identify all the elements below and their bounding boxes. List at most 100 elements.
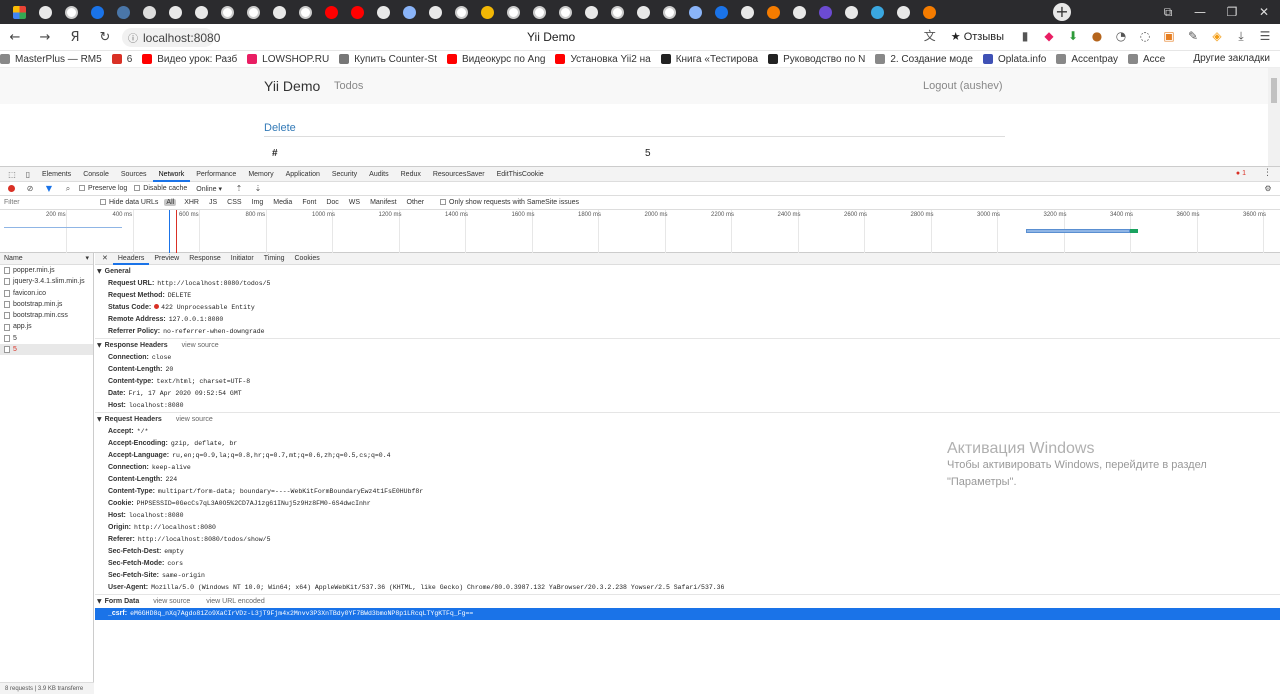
reload-button[interactable]: ↻ — [90, 30, 120, 45]
export-icon[interactable]: ⇣ — [250, 184, 266, 193]
minimize-button[interactable]: — — [1184, 5, 1216, 19]
filter-type-font[interactable]: Font — [300, 199, 318, 206]
filter-type-xhr[interactable]: XHR — [182, 199, 201, 206]
header-row[interactable]: Remote Address: 127.0.0.1:8080 — [95, 314, 1280, 326]
back-button[interactable]: ← — [0, 30, 30, 45]
detail-tab-timing[interactable]: Timing — [259, 253, 290, 265]
browser-tab[interactable] — [656, 0, 682, 24]
browser-tab[interactable] — [734, 0, 760, 24]
devtools-tab-resourcessaver[interactable]: ResourcesSaver — [427, 167, 491, 182]
extension-m-icon[interactable]: ▣ — [1160, 27, 1178, 45]
filter-type-css[interactable]: CSS — [225, 199, 243, 206]
browser-tab[interactable] — [188, 0, 214, 24]
header-row[interactable]: Host: localhost:8080 — [95, 510, 1280, 522]
bookmark-item[interactable]: LOWSHOP.RU — [247, 54, 329, 65]
filter-type-other[interactable]: Other — [405, 199, 427, 206]
header-row[interactable]: Date: Fri, 17 Apr 2020 09:52:54 GMT — [95, 388, 1280, 400]
name-column-header[interactable]: Name ▾ — [0, 253, 93, 265]
browser-tab[interactable] — [266, 0, 292, 24]
browser-tab[interactable] — [58, 0, 84, 24]
form-data-header[interactable]: ▼ Form Data view source view URL encoded — [95, 595, 1280, 608]
filter-type-img[interactable]: Img — [250, 199, 266, 206]
devtools-tab-security[interactable]: Security — [326, 167, 363, 182]
browser-tab[interactable] — [84, 0, 110, 24]
header-row[interactable]: Sec-Fetch-Site: same-origin — [95, 570, 1280, 582]
browser-tab[interactable] — [630, 0, 656, 24]
header-row[interactable]: Referrer Policy: no-referrer-when-downgra… — [95, 326, 1280, 338]
scrollbar-thumb[interactable] — [1271, 78, 1277, 103]
devtools-tab-redux[interactable]: Redux — [395, 167, 427, 182]
bookmark-item[interactable]: Oplata.info — [982, 54, 1046, 65]
response-headers-header[interactable]: ▼ Response Headers view source — [95, 339, 1280, 352]
request-headers-header[interactable]: ▼ Request Headers view source — [95, 413, 1280, 426]
settings-gear-icon[interactable]: ⚙ — [1260, 184, 1276, 193]
header-row[interactable]: Referer: http://localhost:8080/todos/show… — [95, 534, 1280, 546]
bookmark-item[interactable]: Видео урок: Разб — [142, 54, 237, 65]
browser-tab[interactable] — [890, 0, 916, 24]
filter-type-js[interactable]: JS — [207, 199, 219, 206]
browser-tab[interactable] — [6, 0, 32, 24]
header-row[interactable]: User-Agent: Mozilla/5.0 (Windows NT 10.0;… — [95, 582, 1280, 594]
bookmark-item[interactable]: Acce — [1128, 54, 1165, 65]
devtools-tab-console[interactable]: Console — [77, 167, 115, 182]
new-tab-button[interactable]: + — [1053, 3, 1071, 21]
reviews-button[interactable]: ★ Отзывы — [945, 30, 1010, 43]
browser-tab[interactable] — [110, 0, 136, 24]
header-row[interactable]: Request URL: http://localhost:8080/todos/… — [95, 278, 1280, 290]
bookmark-item[interactable]: Руководство по N — [768, 54, 865, 65]
clear-icon[interactable]: ⊘ — [22, 184, 38, 193]
detail-tab-cookies[interactable]: Cookies — [290, 253, 325, 265]
browser-tab[interactable] — [708, 0, 734, 24]
browser-tab[interactable] — [916, 0, 942, 24]
browser-tab[interactable] — [240, 0, 266, 24]
request-row[interactable]: bootstrap.min.css — [0, 310, 93, 321]
view-url-encoded-link[interactable]: view URL encoded — [206, 595, 265, 608]
browser-tab[interactable] — [552, 0, 578, 24]
bookmark-item[interactable]: Установка Yii2 на — [555, 54, 651, 65]
request-row[interactable]: bootstrap.min.js — [0, 299, 93, 310]
inspect-icon[interactable]: ⬚ — [4, 170, 20, 179]
restore-button[interactable]: ❐ — [1216, 5, 1248, 19]
filter-type-manifest[interactable]: Manifest — [368, 199, 398, 206]
browser-tab[interactable] — [812, 0, 838, 24]
error-counter[interactable]: ● 1 — [1236, 170, 1246, 177]
bookmark-item[interactable]: 2. Создание моде — [875, 54, 973, 65]
devtools-tab-memory[interactable]: Memory — [242, 167, 279, 182]
tabs-list-icon[interactable]: ⧉ — [1152, 5, 1184, 20]
close-details-icon[interactable]: ✕ — [97, 253, 113, 265]
header-row[interactable]: Status Code: 422 Unprocessable Entity — [95, 302, 1280, 314]
request-row[interactable]: popper.min.js — [0, 265, 93, 276]
header-row[interactable]: Sec-Fetch-Mode: cors — [95, 558, 1280, 570]
view-source-link[interactable]: view source — [153, 595, 190, 608]
header-row[interactable]: Accept: */* — [95, 426, 1280, 438]
translate-icon[interactable]: 文 — [921, 27, 939, 45]
bookmark-item[interactable]: Видеокурс по Ang — [446, 54, 545, 65]
browser-tab[interactable] — [448, 0, 474, 24]
throttle-select[interactable]: Online ▾ — [196, 185, 222, 193]
browser-tab[interactable] — [422, 0, 448, 24]
downloads-icon[interactable]: ⤓ — [1232, 27, 1250, 45]
yandex-icon[interactable]: Я — [60, 30, 90, 45]
browser-tab[interactable] — [162, 0, 188, 24]
request-row[interactable]: jquery-3.4.1.slim.min.js — [0, 276, 93, 287]
download-icon[interactable]: ⬇ — [1064, 27, 1082, 45]
filter-type-all[interactable]: All — [164, 199, 177, 206]
general-header[interactable]: ▼ General — [95, 265, 1280, 278]
view-source-link[interactable]: view source — [176, 413, 213, 426]
bookmark-item[interactable]: Accentpay — [1056, 54, 1118, 65]
nav-todos-link[interactable]: Todos — [334, 80, 363, 92]
bookmark-item[interactable]: MasterPlus — RM5 — [0, 54, 102, 65]
extension-orange-icon[interactable]: ◈ — [1208, 27, 1226, 45]
hide-data-urls-checkbox[interactable]: Hide data URLs — [100, 199, 158, 206]
eyedropper-icon[interactable]: ✎ — [1184, 27, 1202, 45]
header-row[interactable]: Cookie: PHPSESSID=0GecCs7qL3A0O5%2CD7AJ1z… — [95, 498, 1280, 510]
devtools-tab-performance[interactable]: Performance — [190, 167, 242, 182]
bookmark-item[interactable]: Купить Counter-St — [339, 54, 437, 65]
browser-tab[interactable] — [344, 0, 370, 24]
url-field[interactable]: ⓘ localhost:8080 — [122, 28, 220, 47]
header-row[interactable]: Origin: http://localhost:8080 — [95, 522, 1280, 534]
filter-type-ws[interactable]: WS — [347, 199, 362, 206]
bookmark-item[interactable]: Книга «Тестирова — [660, 54, 758, 65]
browser-tab[interactable] — [214, 0, 240, 24]
browser-tab[interactable] — [682, 0, 708, 24]
